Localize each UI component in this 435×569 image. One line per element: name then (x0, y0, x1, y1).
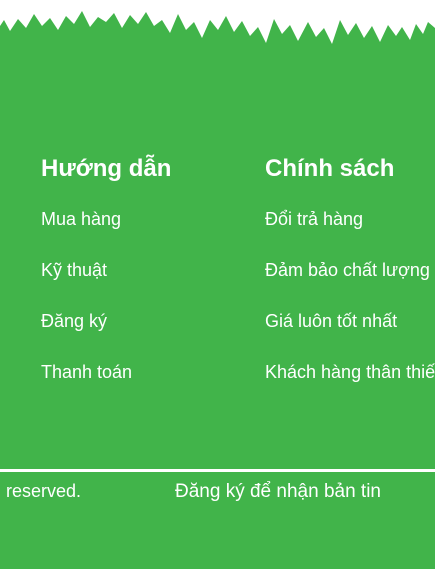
policy-link-best-price[interactable]: Giá luôn tốt nhất (265, 309, 435, 333)
policy-link-returns[interactable]: Đổi trả hàng (265, 207, 435, 231)
guide-link-purchase[interactable]: Mua hàng (41, 207, 171, 231)
policy-links: Đổi trả hàng Đảm bảo chất lượng Giá luôn… (265, 207, 435, 384)
guide-link-payment[interactable]: Thanh toán (41, 360, 171, 384)
guide-column: Hướng dẫn Mua hàng Kỹ thuật Đăng ký Than… (41, 154, 171, 411)
site-footer: Hướng dẫn Mua hàng Kỹ thuật Đăng ký Than… (0, 0, 435, 569)
policy-column: Chính sách Đổi trả hàng Đảm bảo chất lượ… (265, 154, 435, 411)
guide-link-technical[interactable]: Kỹ thuật (41, 258, 171, 282)
torn-paper-edge (0, 0, 435, 44)
policy-heading: Chính sách (265, 155, 395, 182)
policy-link-loyal-customers[interactable]: Khách hàng thân thiết (265, 360, 435, 384)
footer-divider (0, 469, 435, 472)
copyright-text: reserved. (6, 481, 82, 501)
guide-link-register[interactable]: Đăng ký (41, 309, 171, 333)
guide-heading: Hướng dẫn (41, 155, 172, 182)
policy-link-quality[interactable]: Đảm bảo chất lượng (265, 258, 435, 282)
newsletter-signup-link[interactable]: Đăng ký để nhận bản tin (175, 480, 381, 504)
guide-links: Mua hàng Kỹ thuật Đăng ký Thanh toán (41, 207, 171, 384)
